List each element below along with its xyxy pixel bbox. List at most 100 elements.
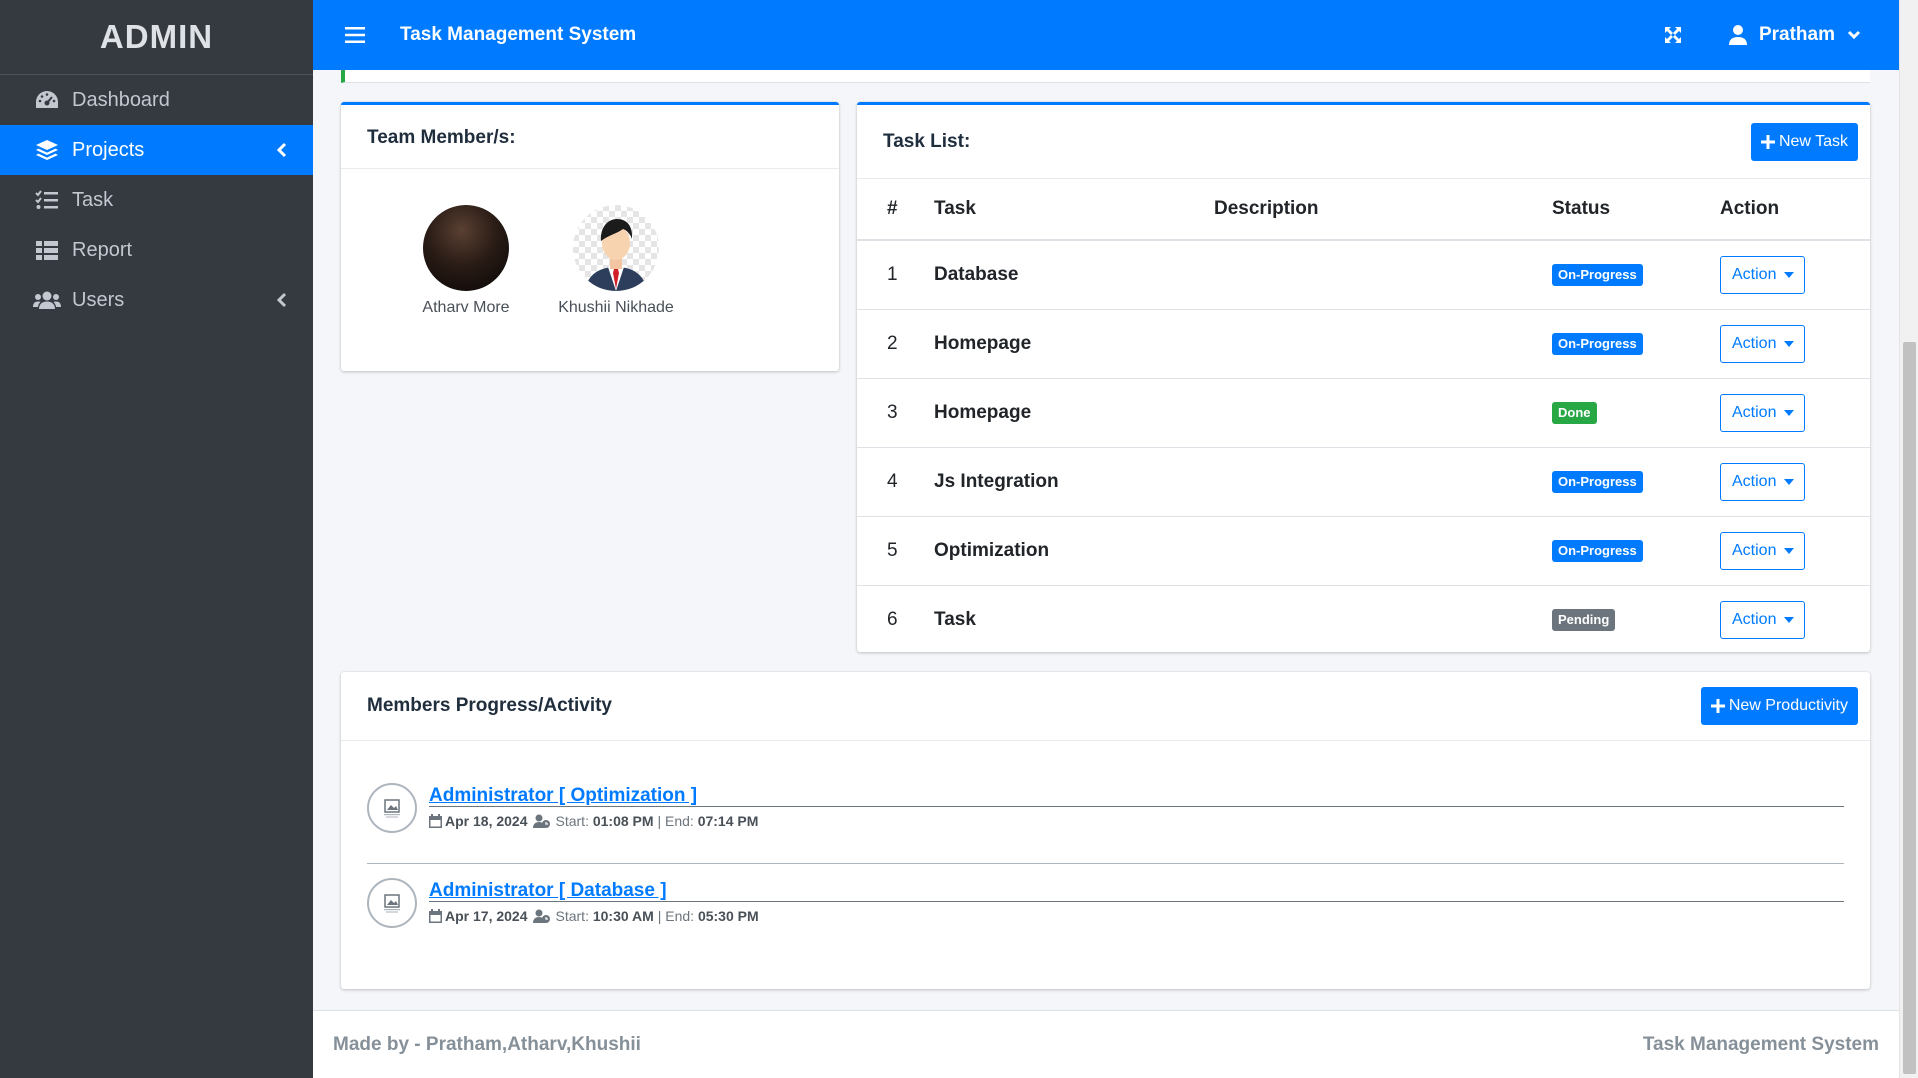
activity-start-time: 10:30 AM (592, 908, 654, 924)
image-placeholder-icon (384, 894, 400, 913)
sidebar-item-label: Report (72, 238, 133, 261)
task-num: 1 (857, 240, 934, 310)
calendar-icon (429, 909, 442, 923)
sidebar-item-label: Users (72, 288, 125, 311)
caret-down-icon (1784, 409, 1795, 416)
action-dropdown-button[interactable]: Action (1720, 324, 1806, 363)
person-icon (585, 219, 647, 291)
activity-list: Administrator [ Optimization ] Apr 18, 2… (341, 755, 1870, 953)
table-header-row: # Task Description Status Action (857, 179, 1870, 241)
activity-avatar (367, 878, 417, 928)
action-dropdown-button[interactable]: Action (1720, 255, 1806, 294)
user-menu[interactable]: Pratham (1728, 24, 1861, 46)
member-name: Atharv More (422, 299, 510, 316)
plus-icon (1710, 699, 1725, 713)
sidebar-item-label: Dashboard (72, 88, 170, 111)
col-header-task: Task (934, 179, 1214, 241)
activity-date: Apr 17, 2024 (445, 908, 528, 924)
avatar (423, 205, 509, 291)
task-description (1214, 378, 1552, 448)
action-label: Action (1732, 472, 1777, 490)
user-icon (1728, 25, 1747, 45)
team-members-card: Team Member/s: Atharv More Khushii Nikha… (341, 102, 839, 371)
task-description (1214, 447, 1552, 517)
chevron-left-icon (277, 291, 291, 309)
tachometer-icon (32, 87, 62, 113)
sidebar: ADMIN Dashboard Projects Task Report Use… (0, 0, 313, 1078)
action-label: Action (1732, 265, 1777, 283)
start-label: Start: (555, 813, 589, 829)
task-table: # Task Description Status Action 1 Datab… (857, 179, 1870, 654)
activity-meta: Apr 17, 2024 Start: 10:30 AM | End: 05:3… (429, 908, 759, 924)
activity-meta: Apr 18, 2024 Start: 01:08 PM | End: 07:1… (429, 813, 758, 829)
table-row: 5 Optimization On-Progress Action (857, 516, 1870, 586)
task-num: 2 (857, 309, 934, 379)
chevron-down-icon (1847, 30, 1861, 40)
action-label: Action (1732, 403, 1777, 421)
expand-icon[interactable] (1659, 21, 1687, 49)
status-badge: On-Progress (1552, 264, 1643, 287)
task-description (1214, 516, 1552, 586)
activity-end-time: 05:30 PM (697, 908, 759, 924)
action-dropdown-button[interactable]: Action (1720, 393, 1806, 432)
task-num: 6 (887, 608, 898, 630)
sidebar-item-users[interactable]: Users (0, 275, 313, 325)
task-name: Task (934, 608, 976, 630)
caret-down-icon (1784, 478, 1795, 485)
activity-post: Administrator [ Database ] Apr 17, 2024 … (367, 844, 1844, 953)
status-badge: On-Progress (1552, 540, 1643, 562)
user-name: Pratham (1758, 24, 1835, 45)
page-footer: Made by - Pratham,Atharv,Khushii Task Ma… (313, 1010, 1899, 1078)
start-label: Start: (555, 908, 589, 924)
task-name: Database (934, 240, 1214, 310)
action-label: Action (1732, 541, 1777, 559)
action-dropdown-button[interactable]: Action (1720, 462, 1806, 501)
brand-logo[interactable]: ADMIN (0, 0, 313, 75)
activity-title-link[interactable]: Administrator [ Optimization ] (429, 785, 697, 807)
page-scrollbar[interactable] (1899, 0, 1918, 1078)
activity-end-time: 07:14 PM (697, 813, 759, 829)
hamburger-menu-icon[interactable] (340, 22, 370, 48)
sidebar-item-label: Projects (72, 138, 145, 161)
action-dropdown-button[interactable]: Action (1720, 600, 1806, 639)
calendar-icon (429, 814, 442, 828)
col-header-status: Status (1552, 179, 1720, 241)
footer-app-name: Task Management System (1642, 1033, 1879, 1055)
task-num: 4 (857, 447, 934, 517)
task-description (1214, 240, 1552, 310)
avatar (573, 205, 659, 291)
col-header-action: Action (1720, 179, 1870, 241)
task-num: 5 (857, 516, 934, 586)
new-productivity-button[interactable]: New Productivity (1700, 687, 1858, 725)
sidebar-item-label: Task (72, 188, 114, 211)
col-header-description: Description (1214, 179, 1552, 241)
plus-icon (1760, 134, 1775, 149)
activity-title-link[interactable]: Administrator [ Database ] (429, 880, 667, 902)
app-title: Task Management System (400, 24, 637, 45)
task-description (1214, 309, 1552, 379)
sidebar-item-task[interactable]: Task (0, 175, 313, 225)
users-icon (32, 287, 62, 313)
chevron-left-icon (277, 141, 291, 159)
action-label: Action (1732, 334, 1777, 352)
activity-start-time: 01:08 PM (592, 813, 654, 829)
caret-down-icon (1784, 340, 1795, 347)
members-progress-card: Members Progress/Activity New Productivi… (341, 672, 1870, 989)
action-label: Action (1732, 610, 1777, 628)
task-list-card: Task List: New Task # Task Description S… (857, 102, 1870, 652)
user-clock-icon (532, 909, 551, 923)
footer-credits: Made by - Pratham,Atharv,Khushii (333, 1033, 641, 1055)
task-name: Homepage (934, 309, 1214, 379)
table-row: 6 Task Pending Action (857, 585, 1870, 654)
status-badge: On-Progress (1552, 471, 1643, 493)
task-description (1214, 585, 1552, 654)
sidebar-item-report[interactable]: Report (0, 225, 313, 275)
sidebar-item-projects[interactable]: Projects (0, 125, 313, 175)
scrollbar-thumb[interactable] (1903, 342, 1916, 1074)
sidebar-item-dashboard[interactable]: Dashboard (0, 75, 313, 125)
action-dropdown-button[interactable]: Action (1720, 531, 1806, 570)
new-task-button[interactable]: New Task (1750, 122, 1858, 161)
sidebar-nav: Dashboard Projects Task Report Users (0, 75, 313, 325)
status-badge: Done (1552, 402, 1597, 424)
layers-icon (32, 137, 62, 163)
